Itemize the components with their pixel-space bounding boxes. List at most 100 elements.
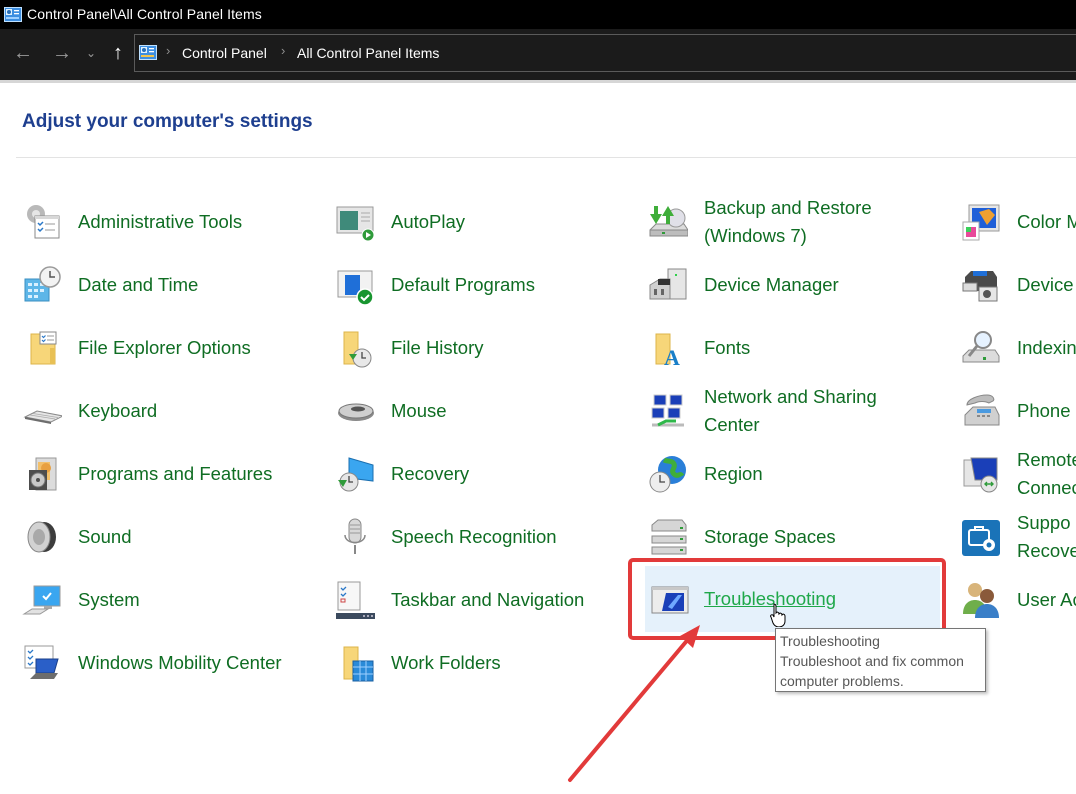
item-speech-recognition[interactable]: Speech Recognition: [335, 509, 635, 565]
item-troubleshooting[interactable]: Troubleshooting: [645, 566, 940, 632]
item-label: Taskbar and Navigation: [391, 589, 585, 610]
divider: [0, 80, 1076, 83]
item-storage-spaces[interactable]: Storage Spaces: [648, 509, 938, 565]
item-mouse[interactable]: Mouse: [335, 383, 635, 439]
navigation-bar: ← → ⌄ ↑ › Control Panel › All Control Pa…: [0, 29, 1076, 81]
mobility-center-icon: [22, 643, 62, 683]
item-support-and-recovery[interactable]: Suppo Recove: [961, 509, 1076, 565]
item-label: Device Manager: [704, 274, 839, 295]
item-fonts[interactable]: A Fonts: [648, 320, 938, 376]
item-label: Speech Recognition: [391, 526, 557, 547]
item-user-accounts[interactable]: User Ac: [961, 572, 1076, 628]
sound-icon: [22, 517, 62, 557]
arrow-right-icon: →: [52, 42, 72, 64]
item-phone-and-modem[interactable]: Phone: [961, 383, 1076, 439]
region-globe-icon: [648, 454, 688, 494]
indexing-icon: [961, 328, 1001, 368]
support-recovery-icon: [961, 517, 1001, 557]
file-explorer-options-icon: [22, 328, 62, 368]
item-backup-and-restore[interactable]: Backup and Restore (Windows 7): [648, 194, 938, 250]
item-label: Keyboard: [78, 400, 158, 421]
color-management-icon: [961, 202, 1001, 242]
item-label: User Ac: [1017, 589, 1076, 610]
programs-features-icon: [22, 454, 62, 494]
up-button[interactable]: ↑: [106, 41, 130, 65]
file-history-icon: [335, 328, 375, 368]
taskbar-icon: [335, 580, 376, 620]
item-label: Storage Spaces: [704, 526, 836, 547]
item-label-line2: Recove: [1017, 540, 1076, 561]
address-bar[interactable]: › Control Panel › All Control Panel Item…: [134, 34, 1076, 72]
item-label: Default Programs: [391, 274, 535, 295]
admin-tools-icon: [22, 202, 62, 242]
breadcrumb-all-items[interactable]: All Control Panel Items: [297, 45, 439, 61]
item-date-and-time[interactable]: Date and Time: [22, 257, 322, 313]
item-label: AutoPlay: [391, 211, 466, 232]
item-label: System: [78, 589, 140, 610]
item-label: Sound: [78, 526, 132, 547]
item-file-explorer-options[interactable]: File Explorer Options: [22, 320, 322, 376]
storage-spaces-icon: [648, 517, 688, 557]
item-default-programs[interactable]: Default Programs: [335, 257, 635, 313]
item-indexing-options[interactable]: Indexin: [961, 320, 1076, 376]
tooltip-line: computer problems.: [780, 673, 904, 689]
item-windows-mobility-center[interactable]: Windows Mobility Center: [22, 635, 322, 691]
chevron-down-icon: ⌄: [85, 46, 97, 60]
item-region[interactable]: Region: [648, 446, 938, 502]
devices-printers-icon: [961, 265, 1001, 305]
page-heading: Adjust your computer's settings: [22, 111, 313, 132]
recent-locations-button[interactable]: ⌄: [82, 41, 100, 65]
item-label: Mouse: [391, 400, 447, 421]
item-label: Administrative Tools: [78, 211, 243, 232]
item-label: Phone: [1017, 400, 1071, 421]
item-network-and-sharing-center[interactable]: Network and Sharing Center: [648, 383, 938, 439]
back-button[interactable]: ←: [11, 41, 35, 65]
device-manager-icon: [648, 265, 688, 305]
item-taskbar-and-navigation[interactable]: Taskbar and Navigation: [335, 572, 635, 628]
item-label: Backup and Restore: [704, 197, 872, 218]
item-recovery[interactable]: Recovery: [335, 446, 635, 502]
item-label: Remote: [1017, 449, 1076, 470]
item-label: File Explorer Options: [78, 337, 251, 358]
keyboard-icon: [22, 391, 65, 431]
tooltip: Troubleshooting Troubleshoot and fix com…: [775, 628, 986, 692]
network-icon: [648, 391, 688, 431]
hand-cursor-icon: [770, 603, 786, 632]
item-devices-and-printers[interactable]: Device: [961, 257, 1076, 313]
arrow-up-icon: ↑: [113, 42, 123, 64]
item-label: Windows Mobility Center: [78, 652, 282, 673]
item-label: Color M: [1017, 211, 1076, 232]
item-sound[interactable]: Sound: [22, 509, 322, 565]
item-label: Programs and Features: [78, 463, 273, 484]
item-label-line2: Connec: [1017, 477, 1076, 498]
phone-modem-icon: [961, 391, 1001, 431]
item-work-folders[interactable]: Work Folders: [335, 635, 635, 691]
title-bar: Control Panel\All Control Panel Items: [0, 0, 1076, 29]
item-system[interactable]: System: [22, 572, 322, 628]
item-label: Suppo: [1017, 512, 1071, 533]
item-label: Fonts: [704, 337, 751, 358]
item-label: Date and Time: [78, 274, 199, 295]
item-label: Indexin: [1017, 337, 1076, 358]
item-label-line2: Center: [704, 414, 760, 435]
item-remoteapp-connections[interactable]: Remote Connec: [961, 446, 1076, 502]
item-label: Region: [704, 463, 763, 484]
item-color-management[interactable]: Color M: [961, 194, 1076, 250]
item-file-history[interactable]: File History: [335, 320, 635, 376]
fonts-icon: A: [648, 328, 688, 370]
item-label-line2: (Windows 7): [704, 225, 807, 246]
breadcrumb-control-panel[interactable]: Control Panel: [182, 45, 267, 61]
forward-button[interactable]: →: [50, 41, 74, 65]
item-administrative-tools[interactable]: Administrative Tools: [22, 194, 322, 250]
item-label: Recovery: [391, 463, 470, 484]
autoplay-icon: [335, 202, 375, 242]
item-programs-and-features[interactable]: Programs and Features: [22, 446, 322, 502]
item-device-manager[interactable]: Device Manager: [648, 257, 938, 313]
breadcrumb-separator[interactable]: ›: [166, 43, 170, 58]
window-title: Control Panel\All Control Panel Items: [27, 6, 262, 22]
item-autoplay[interactable]: AutoPlay: [335, 194, 635, 250]
breadcrumb-separator[interactable]: ›: [281, 43, 285, 58]
item-keyboard[interactable]: Keyboard: [22, 383, 322, 439]
backup-restore-icon: [648, 202, 689, 242]
control-panel-icon: [139, 45, 157, 65]
